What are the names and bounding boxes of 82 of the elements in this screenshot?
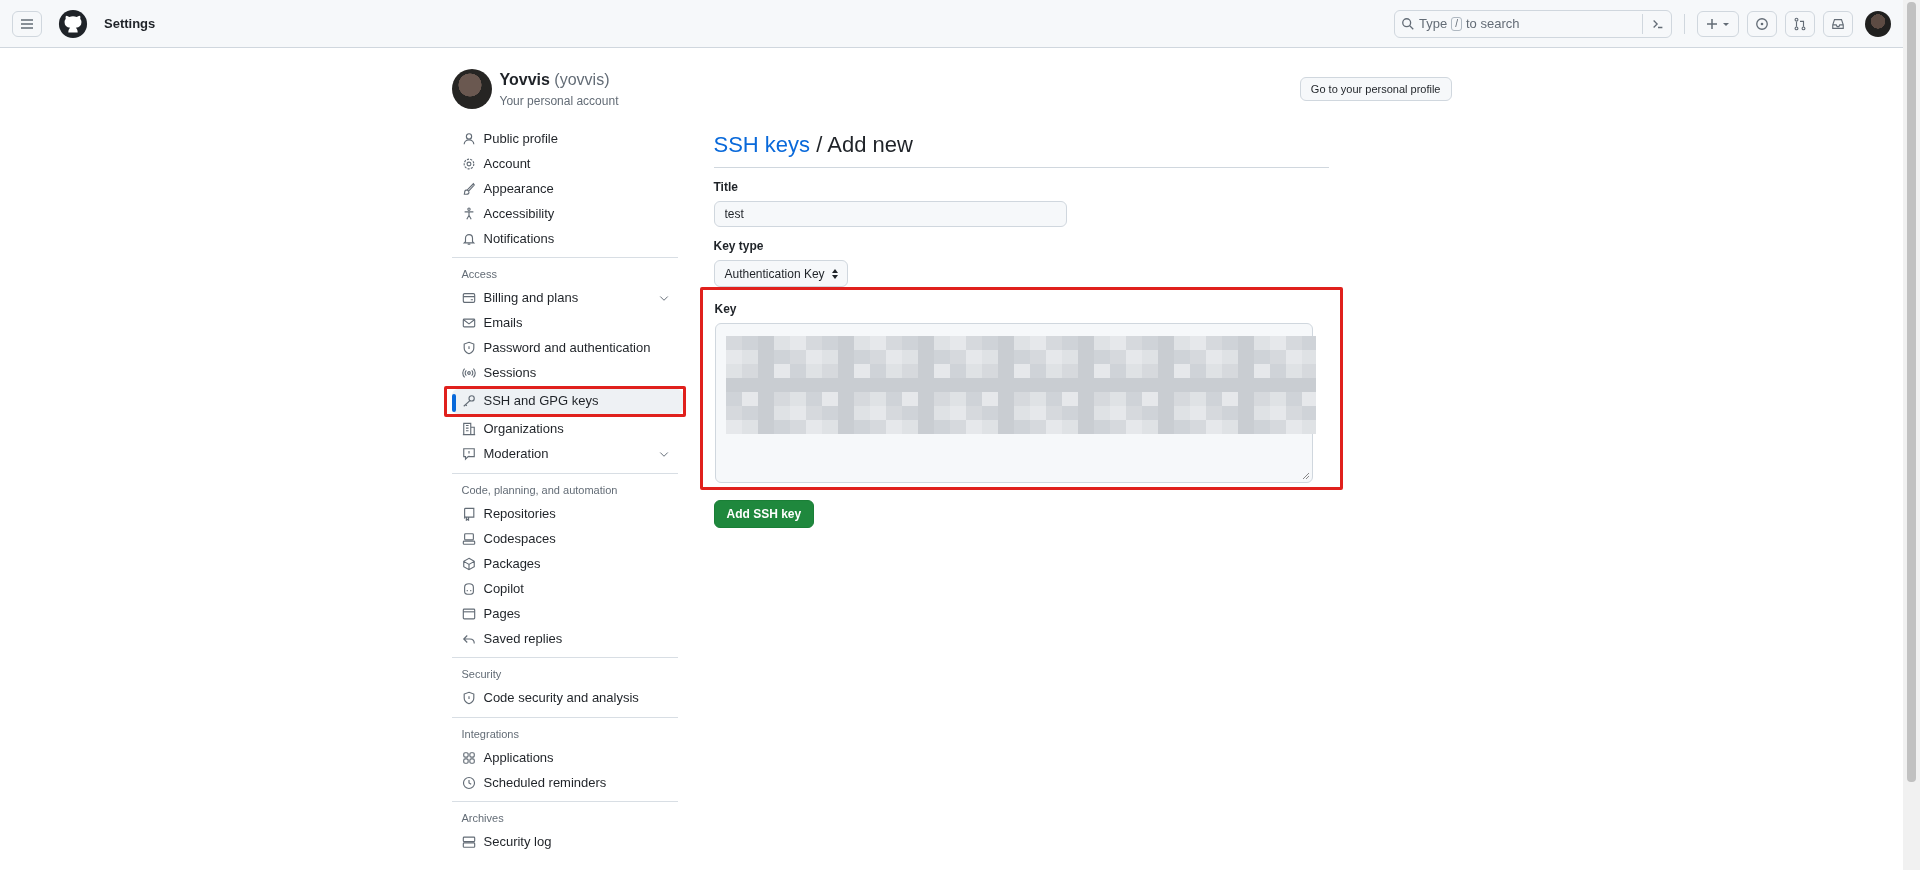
- issue-icon: [1755, 16, 1769, 31]
- robot-icon: [461, 581, 476, 596]
- issues-button[interactable]: [1747, 10, 1777, 37]
- pull-request-icon: [1793, 16, 1807, 31]
- key-icon: [461, 394, 476, 408]
- laptop-icon: [461, 531, 476, 546]
- sidebar-item[interactable]: Codespaces: [451, 526, 678, 551]
- sidebar-item[interactable]: Security log: [451, 829, 678, 855]
- inbox-icon: [1831, 16, 1845, 31]
- sidebar-item[interactable]: Saved replies: [451, 626, 678, 651]
- person-icon: [461, 131, 476, 146]
- shortcut-key: /: [1451, 16, 1462, 31]
- server-icon: [461, 835, 476, 849]
- search-hint: to search: [1465, 14, 1520, 33]
- profile-button[interactable]: Go to your personal profile: [1299, 76, 1452, 102]
- window-icon: [461, 606, 476, 621]
- search-icon: [1401, 16, 1415, 31]
- sidebar-item[interactable]: Emails: [451, 310, 678, 336]
- key-field[interactable]: [714, 323, 1313, 483]
- create-button[interactable]: [1697, 10, 1739, 37]
- plus-caret-icon: [1705, 16, 1731, 31]
- grid-icon: [461, 750, 476, 765]
- sidebar-item[interactable]: Copilot: [451, 576, 678, 601]
- breadcrumb-link[interactable]: SSH keys: [713, 132, 811, 157]
- avatar[interactable]: [1865, 10, 1891, 37]
- sidebar-item[interactable]: Billing and plans: [451, 285, 678, 311]
- search-field[interactable]: Type / to search: [1394, 9, 1672, 38]
- title-field[interactable]: test: [713, 201, 1067, 227]
- sidebar-item[interactable]: Appearance: [451, 176, 678, 201]
- section-heading: Security: [460, 667, 503, 682]
- sidebar-item[interactable]: SSH and GPG keys: [451, 388, 683, 414]
- page-heading: Add new: [827, 132, 913, 157]
- bell-icon: [461, 231, 476, 246]
- sidebar-item[interactable]: Scheduled reminders: [451, 770, 678, 795]
- sidebar-item[interactable]: Notifications: [451, 226, 678, 251]
- sidebar-item[interactable]: Repositories: [451, 501, 678, 526]
- inbox-button[interactable]: [1823, 10, 1853, 37]
- key-type-select[interactable]: Authentication Key: [713, 260, 848, 287]
- envelope-icon: [461, 316, 476, 330]
- book-icon: [461, 506, 476, 521]
- sidebar-item[interactable]: Account: [451, 151, 678, 176]
- logo-icon[interactable]: [58, 8, 88, 39]
- section-heading: Integrations: [460, 726, 520, 742]
- section-heading: Access: [460, 267, 498, 282]
- building-icon: [461, 422, 476, 436]
- sidebar-item[interactable]: Accessibility: [451, 201, 678, 226]
- avatar: [451, 69, 492, 109]
- menu-button[interactable]: [12, 10, 42, 37]
- cube-icon: [461, 556, 476, 571]
- sidebar-item[interactable]: Packages: [451, 551, 678, 576]
- speech-bubble-icon: [461, 447, 476, 461]
- sort-arrows-icon: [830, 267, 839, 280]
- field-label: Key type: [713, 238, 764, 255]
- card-icon: [461, 291, 476, 305]
- sidebar-item[interactable]: Sessions: [451, 360, 678, 386]
- field-label: Title: [713, 179, 738, 196]
- sidebar-item[interactable]: Applications: [451, 745, 678, 770]
- signal-icon: [461, 366, 476, 380]
- page-title: Settings: [104, 14, 156, 33]
- account-handle: (yovvis): [554, 71, 610, 88]
- section-heading: Code, planning, and automation: [460, 482, 619, 498]
- sidebar-item[interactable]: Password and authentication: [451, 335, 678, 361]
- search-hint: Type: [1419, 14, 1448, 33]
- account-name: Yovvis: [499, 71, 550, 88]
- sidebar-item[interactable]: Moderation: [451, 441, 678, 467]
- brush-icon: [461, 181, 476, 196]
- sidebar-item[interactable]: Code security and analysis: [451, 685, 678, 711]
- resize-handle-icon[interactable]: [1301, 472, 1310, 480]
- sidebar-item[interactable]: Organizations: [451, 416, 678, 442]
- clock-icon: [461, 775, 476, 790]
- shield-icon: [461, 341, 476, 355]
- section-heading: Archives: [460, 811, 505, 826]
- shield-icon: [461, 691, 476, 705]
- add-ssh-key-button[interactable]: Add SSH key: [713, 500, 815, 528]
- pull-requests-button[interactable]: [1785, 10, 1815, 37]
- account-subtitle: Your personal account: [499, 93, 619, 110]
- breadcrumb-separator: /: [816, 132, 823, 157]
- gear-icon: [461, 156, 476, 171]
- scrollbar[interactable]: [1903, 0, 1920, 870]
- sidebar-item[interactable]: Pages: [451, 601, 678, 626]
- sidebar-item[interactable]: Public profile: [451, 126, 678, 151]
- field-label: Key: [714, 301, 737, 318]
